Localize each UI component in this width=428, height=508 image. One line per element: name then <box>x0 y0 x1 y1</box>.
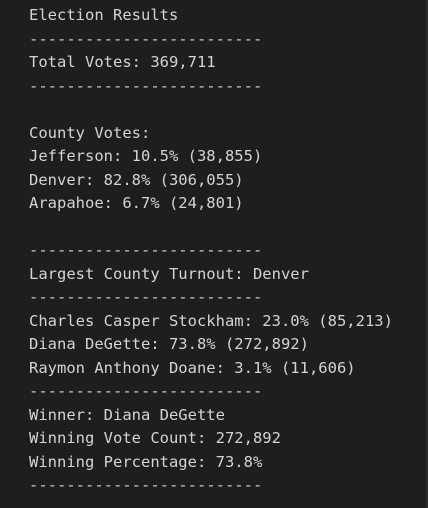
separator-line: ------------------------- <box>29 382 263 400</box>
candidate-line-stockham: Charles Casper Stockham: 23.0% (85,213) <box>29 311 393 330</box>
total-votes-line: Total Votes: 369,711 <box>29 53 216 71</box>
separator-line: ------------------------- <box>29 241 263 259</box>
candidate-line-degette: Diana DeGette: 73.8% (272,892) <box>29 335 309 353</box>
results-title: Election Results <box>29 6 179 24</box>
terminal-output[interactable]: Election Results -----------------------… <box>0 0 428 508</box>
separator-line: ------------------------- <box>29 76 263 95</box>
county-line-arapahoe: Arapahoe: 6.7% (24,801) <box>29 194 244 212</box>
county-votes-header: County Votes: <box>29 123 151 142</box>
separator-line: ------------------------- <box>29 476 263 494</box>
largest-county-line: Largest County Turnout: Denver <box>29 264 309 283</box>
winner-line: Winner: Diana DeGette <box>29 405 225 424</box>
county-line-jefferson: Jefferson: 10.5% (38,855) <box>29 147 263 165</box>
county-line-denver: Denver: 82.8% (306,055) <box>29 170 244 189</box>
separator-line: ------------------------- <box>29 288 263 306</box>
candidate-line-doane: Raymon Anthony Doane: 3.1% (11,606) <box>29 358 356 377</box>
separator-line: ------------------------- <box>29 29 263 48</box>
winning-vote-count-line: Winning Vote Count: 272,892 <box>29 429 281 447</box>
winning-percentage-line: Winning Percentage: 73.8% <box>29 452 263 471</box>
